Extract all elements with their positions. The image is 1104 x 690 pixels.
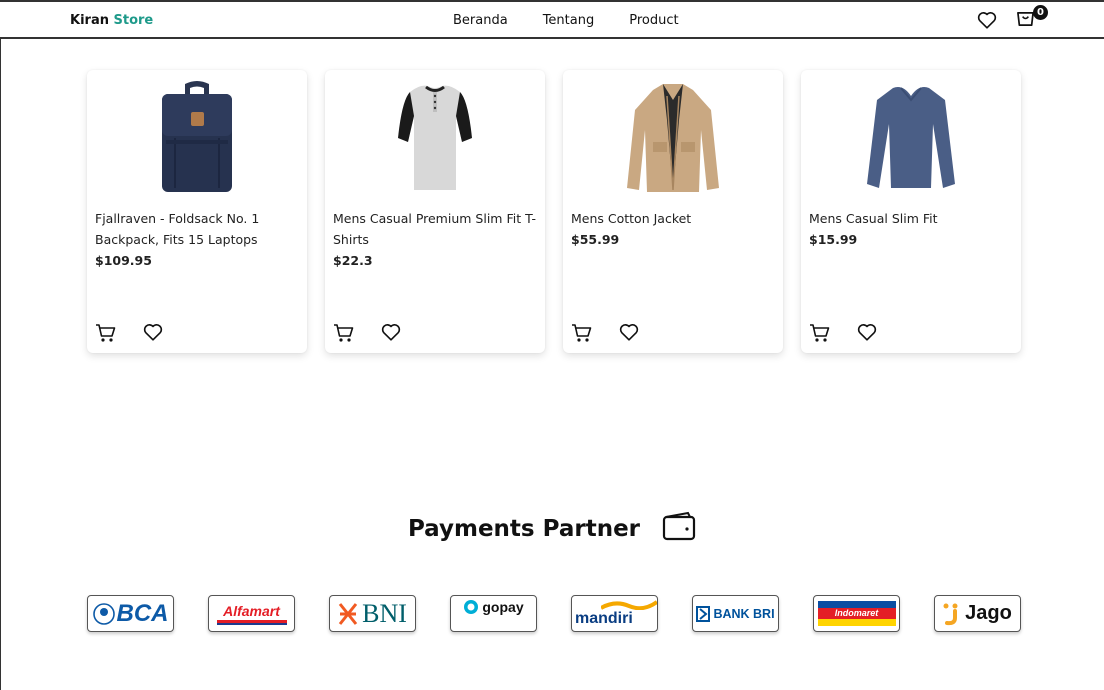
payments-title: Payments Partner <box>407 516 641 542</box>
add-to-cart-icon[interactable] <box>809 323 831 347</box>
add-to-wishlist-heart-icon[interactable] <box>619 323 639 347</box>
product-title[interactable]: Mens Cotton Jacket <box>571 211 691 226</box>
partner-logo-bca[interactable]: BCA <box>87 595 174 632</box>
add-to-cart-icon[interactable] <box>333 323 355 347</box>
product-card[interactable]: Mens Cotton Jacket $55.99 <box>563 70 783 353</box>
add-to-wishlist-heart-icon[interactable] <box>857 323 877 347</box>
partner-name: BNI <box>362 598 407 628</box>
alfamart-stripe <box>216 619 287 625</box>
product-card[interactable]: Mens Casual Slim Fit $15.99 <box>801 70 1021 353</box>
jacket-image[interactable] <box>563 78 783 198</box>
payments-heading: Payments Partner <box>0 511 1104 547</box>
partner-name: Indomaret <box>817 608 896 619</box>
product-price: $109.95 <box>95 253 152 268</box>
product-card[interactable]: Fjallraven - Foldsack No. 1 Backpack, Fi… <box>87 70 307 353</box>
partner-logo-gopay[interactable]: gopay <box>450 595 537 632</box>
product-info: Mens Cotton Jacket $55.99 <box>571 208 776 250</box>
partner-logo-alfamart[interactable]: Alfamart <box>208 595 295 632</box>
wishlist-heart-icon[interactable] <box>977 11 997 33</box>
brand-logo[interactable]: Kiran Store <box>70 13 153 28</box>
product-info: Fjallraven - Foldsack No. 1 Backpack, Fi… <box>95 208 300 271</box>
partner-name: Alfamart <box>223 602 280 619</box>
product-title[interactable]: Mens Casual Premium Slim Fit T-Shirts <box>333 211 536 247</box>
product-actions <box>809 323 877 347</box>
product-info: Mens Casual Premium Slim Fit T-Shirts $2… <box>333 208 538 271</box>
backpack-image[interactable] <box>87 78 307 198</box>
product-info: Mens Casual Slim Fit $15.99 <box>809 208 1014 250</box>
brand-name-part2: Store <box>113 13 154 28</box>
nav-link-tentang[interactable]: Tentang <box>543 13 595 28</box>
longsleeve-image[interactable] <box>801 78 1021 198</box>
payment-partner-list: BCA Alfamart BNI gopay mandiri BANK BRI … <box>87 595 1021 632</box>
partner-logo-jago[interactable]: Jago <box>934 595 1021 632</box>
partner-name: Jago <box>965 602 1012 624</box>
product-actions <box>95 323 163 347</box>
product-price: $15.99 <box>809 232 858 247</box>
partner-name: mandiri <box>575 609 633 627</box>
partner-logo-bni[interactable]: BNI <box>329 595 416 632</box>
partner-logo-indomaret[interactable]: Indomaret <box>813 595 900 632</box>
product-price: $22.3 <box>333 253 373 268</box>
nav-links: Beranda Tentang Product <box>453 13 679 28</box>
partner-logo-bank-bri[interactable]: BANK BRI <box>692 595 779 632</box>
navbar: Kiran Store Beranda Tentang Product 0 <box>0 2 1104 39</box>
partner-logo-mandiri[interactable]: mandiri <box>571 595 658 632</box>
cart-count-badge: 0 <box>1033 5 1048 20</box>
product-title[interactable]: Mens Casual Slim Fit <box>809 211 938 226</box>
add-to-wishlist-heart-icon[interactable] <box>143 323 163 347</box>
wallet-icon <box>662 511 696 547</box>
product-actions <box>333 323 401 347</box>
nav-link-beranda[interactable]: Beranda <box>453 13 508 28</box>
indomaret-stripe-top <box>817 601 896 608</box>
partner-name: gopay <box>482 599 524 615</box>
product-actions <box>571 323 639 347</box>
indomaret-stripe-bottom <box>817 619 896 626</box>
product-title[interactable]: Fjallraven - Foldsack No. 1 Backpack, Fi… <box>95 211 259 247</box>
brand-name-part1: Kiran <box>70 13 109 28</box>
product-list: Fjallraven - Foldsack No. 1 Backpack, Fi… <box>87 70 1021 353</box>
add-to-cart-icon[interactable] <box>571 323 593 347</box>
partner-name: BANK BRI <box>713 606 775 621</box>
nav-link-product[interactable]: Product <box>629 13 678 28</box>
product-card[interactable]: Mens Casual Premium Slim Fit T-Shirts $2… <box>325 70 545 353</box>
add-to-cart-icon[interactable] <box>95 323 117 347</box>
add-to-wishlist-heart-icon[interactable] <box>381 323 401 347</box>
tshirt-image[interactable] <box>325 78 545 198</box>
product-price: $55.99 <box>571 232 620 247</box>
partner-name: BCA <box>116 599 169 627</box>
